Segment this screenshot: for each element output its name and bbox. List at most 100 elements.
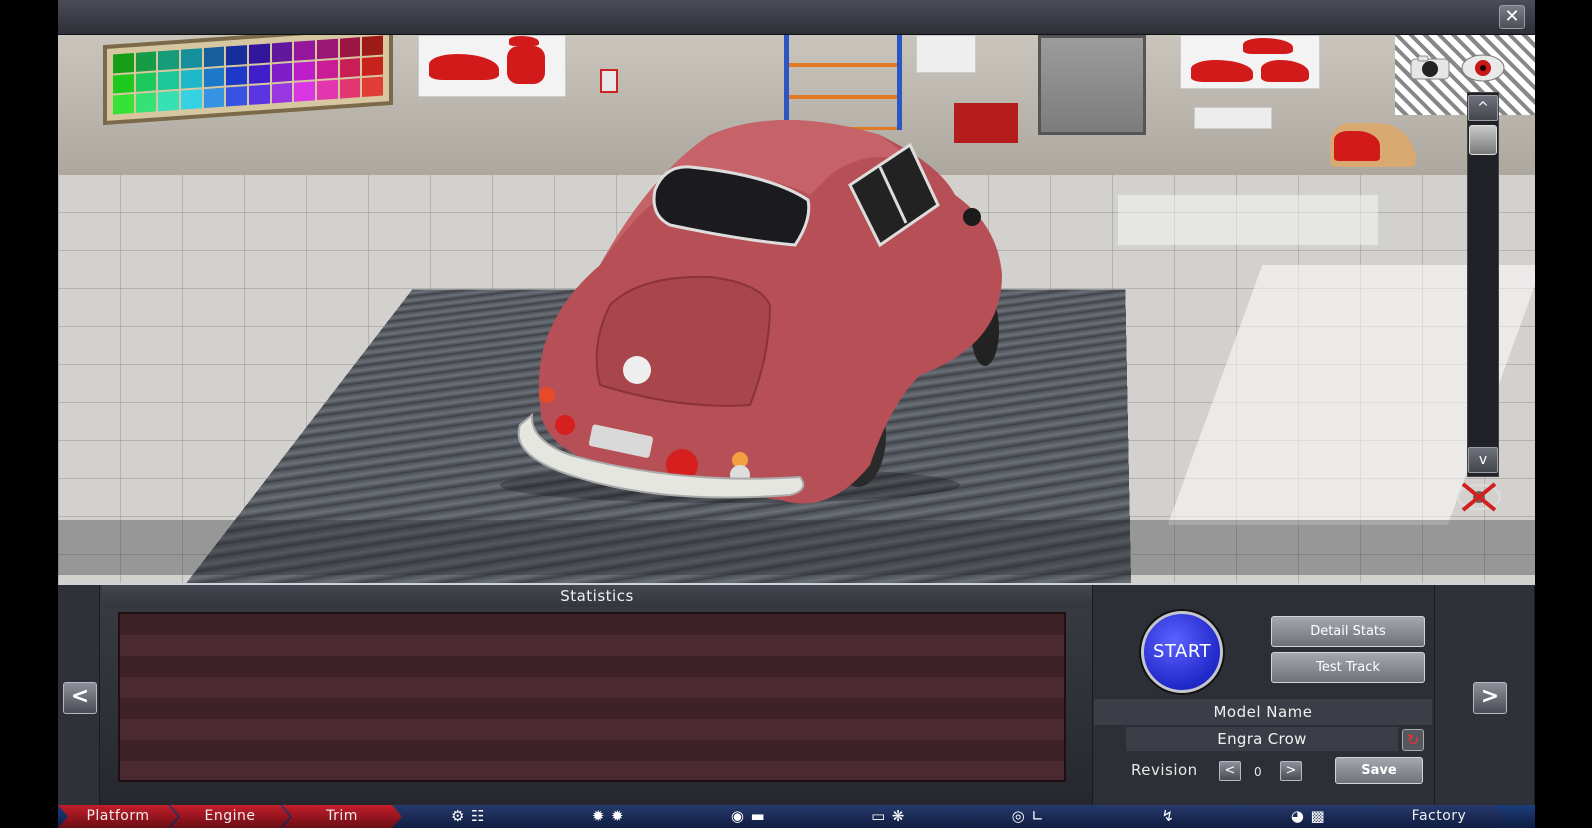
revision-label: Revision xyxy=(1131,761,1198,779)
palette-swatch xyxy=(226,86,247,107)
palette-swatch xyxy=(362,76,383,97)
tab-drivetrain[interactable]: ⚙ ☷ xyxy=(394,805,542,828)
palette-swatch xyxy=(226,65,247,86)
car-model[interactable] xyxy=(450,105,1010,505)
palette-swatch xyxy=(180,89,202,110)
tab-suspension[interactable]: ✹ ✹ xyxy=(534,805,682,828)
tab-trim[interactable]: Trim xyxy=(282,805,402,828)
statistics-panel xyxy=(118,612,1066,782)
tab-body[interactable]: ◉ ▬ xyxy=(674,805,822,828)
palette-swatch xyxy=(158,49,179,70)
tab-fixtures[interactable]: ▭ ❋ xyxy=(814,805,962,828)
palette-swatch xyxy=(226,45,247,66)
brake-icon: ◉ xyxy=(730,807,745,825)
gauge-icon: ◕ xyxy=(1290,807,1305,825)
tab-platform[interactable]: Platform xyxy=(58,805,178,828)
save-button[interactable]: Save xyxy=(1335,757,1423,784)
palette-swatch xyxy=(316,38,338,59)
checkered-flag-icon: ▩ xyxy=(1310,807,1326,825)
sunlight-patch xyxy=(1118,195,1378,245)
fan-icon: ❋ xyxy=(891,807,905,825)
model-name-title: Model Name xyxy=(1094,699,1432,725)
whiteboard xyxy=(916,35,976,73)
palette-swatch xyxy=(203,46,225,67)
palette-swatch xyxy=(362,56,383,77)
previous-page-button[interactable]: < xyxy=(63,682,97,714)
scroll-thumb[interactable] xyxy=(1469,125,1497,155)
work-desk xyxy=(1194,107,1272,129)
tab-testing[interactable]: ◕ ▩ xyxy=(1234,805,1382,828)
palette-swatch xyxy=(203,67,225,88)
palette-swatch xyxy=(316,80,338,101)
view-mode-eye-icon[interactable] xyxy=(1460,53,1506,83)
tab-label: Factory xyxy=(1411,808,1467,824)
palette-swatch xyxy=(339,78,361,99)
right-divider-column xyxy=(1434,585,1468,807)
body-icon: ▬ xyxy=(750,807,766,825)
close-button[interactable]: ✕ xyxy=(1499,5,1525,29)
palette-swatch xyxy=(113,52,134,74)
tab-factory[interactable]: Factory xyxy=(1374,805,1504,828)
designer-window: ✕ ^ v Statistics START Detail Stats Test… xyxy=(58,0,1535,828)
palette-swatch xyxy=(135,51,157,72)
palette-swatch xyxy=(294,60,315,82)
palette-swatch xyxy=(135,92,157,113)
palette-swatch xyxy=(248,43,270,64)
palette-swatch xyxy=(135,72,157,93)
statistics-header: Statistics xyxy=(102,585,1092,607)
design-stage-tabbar: Platform Engine Trim ⚙ ☷ ✹ ✹ ◉ ▬ ▭ ❋ ◎ ∟ ↯ ◕ ▩… xyxy=(58,805,1535,828)
palette-swatch xyxy=(294,40,315,61)
palette-swatch xyxy=(180,48,202,69)
randomize-name-icon[interactable]: ↻ xyxy=(1402,729,1424,751)
steering-wheel-icon: ◎ xyxy=(1011,807,1026,825)
letterbox-right xyxy=(1535,0,1592,828)
revision-next-button[interactable]: > xyxy=(1280,761,1302,781)
detail-stats-button[interactable]: Detail Stats xyxy=(1271,616,1425,647)
palette-swatch xyxy=(271,41,293,63)
palette-swatch xyxy=(271,83,293,104)
seat-icon: ∟ xyxy=(1031,807,1045,825)
tab-interior[interactable]: ◎ ∟ xyxy=(954,805,1102,828)
palette-swatch xyxy=(248,84,270,105)
palette-swatch xyxy=(180,68,202,90)
model-name-field[interactable]: Engra Crow xyxy=(1126,727,1398,751)
revision-value: 0 xyxy=(1254,765,1262,779)
bottom-panel: Statistics START Detail Stats Test Track… xyxy=(58,583,1535,807)
palette-swatch xyxy=(362,35,383,56)
palette-swatch xyxy=(339,37,361,58)
car-3d-viewport[interactable]: ^ v xyxy=(58,35,1535,583)
palette-swatch xyxy=(316,59,338,80)
test-track-button[interactable]: Test Track xyxy=(1271,652,1425,683)
car-poster xyxy=(1180,35,1320,89)
palette-swatch xyxy=(248,64,270,85)
tab-label: Platform xyxy=(86,808,150,824)
spring-icon: ↯ xyxy=(1161,807,1175,825)
tab-label: Trim xyxy=(326,808,358,824)
screenshot-camera-icon[interactable] xyxy=(1410,55,1450,81)
palette-swatch xyxy=(158,70,179,91)
letterbox-left xyxy=(0,0,58,828)
garage-door xyxy=(1038,35,1146,135)
tab-engine[interactable]: Engine xyxy=(170,805,290,828)
scroll-down-button[interactable]: v xyxy=(1468,447,1498,473)
car-poster xyxy=(418,35,566,97)
gearbox-icon: ☷ xyxy=(471,807,485,825)
revision-prev-button[interactable]: < xyxy=(1219,761,1241,781)
palette-swatch xyxy=(158,91,179,112)
next-page-button[interactable]: > xyxy=(1473,682,1507,714)
suspension-icon: ✹ xyxy=(611,807,625,825)
palette-swatch xyxy=(113,73,134,94)
viewport-lower-shade xyxy=(58,520,1535,575)
start-button[interactable]: START xyxy=(1141,611,1223,693)
gear-icon: ⚙ xyxy=(451,807,465,825)
palette-swatch xyxy=(339,57,361,78)
car-icon: ▭ xyxy=(871,807,886,825)
palette-swatch xyxy=(113,94,134,115)
hide-ui-eye-icon[interactable] xyxy=(1455,480,1503,514)
tab-tuning[interactable]: ↯ xyxy=(1094,805,1242,828)
tab-label: Engine xyxy=(204,808,256,824)
scroll-up-button[interactable]: ^ xyxy=(1468,95,1498,121)
wheel-icon: ✹ xyxy=(591,807,605,825)
palette-swatch xyxy=(271,62,293,83)
palette-swatch xyxy=(294,81,315,102)
